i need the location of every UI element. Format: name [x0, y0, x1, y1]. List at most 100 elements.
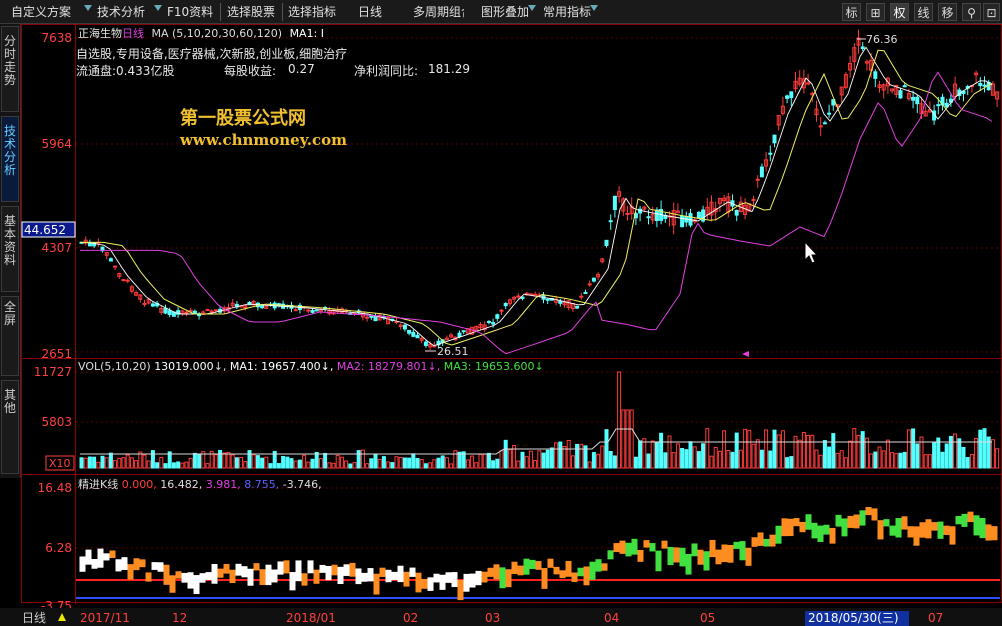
indicator-bar	[787, 518, 794, 537]
volume-bar	[764, 429, 769, 469]
volume-bar	[860, 431, 865, 469]
volume-bar	[751, 443, 756, 469]
candle	[205, 308, 210, 311]
indicator-bar	[499, 567, 506, 589]
candle	[184, 311, 189, 314]
indicator-bar	[577, 567, 584, 577]
volume-bar	[373, 453, 378, 469]
indicator-bar	[271, 569, 278, 583]
dropdown-arrow-icon[interactable]	[590, 5, 598, 11]
volume-bar	[722, 430, 727, 469]
volume-bar	[495, 458, 500, 469]
price-axis: 7638 5964 4307 2651 11727 5803 16.48 6.2…	[34, 31, 72, 613]
volume-bar	[705, 428, 710, 469]
menu-daily[interactable]: 日线	[355, 3, 385, 21]
indicator-bar	[91, 559, 98, 569]
volume-bar	[852, 428, 857, 469]
dropdown-arrow-icon[interactable]	[84, 5, 92, 11]
indicator-bar	[391, 571, 398, 581]
volume-bar	[806, 434, 811, 469]
indicator-bar	[847, 515, 854, 528]
indicator-bar	[451, 572, 458, 588]
indicator-bar	[883, 519, 890, 527]
volume-bar	[759, 449, 764, 469]
volume-bar	[247, 450, 252, 469]
rights-button[interactable]: 权	[890, 3, 909, 21]
menu-common-indicators[interactable]: 常用指标	[540, 3, 592, 21]
date-tick: 02	[403, 611, 418, 625]
volume-bar	[911, 428, 916, 469]
restore-icon[interactable]: ⊡	[983, 3, 1000, 21]
menu-custom-scheme[interactable]: 自定义方案	[8, 3, 74, 21]
menu-overlay[interactable]: 图形叠加	[478, 3, 528, 21]
volume-ma-line	[80, 428, 992, 455]
indicator-bar	[481, 571, 488, 583]
candle	[495, 314, 500, 319]
volume-bar	[793, 435, 798, 469]
indicator-value: 3.981,	[205, 478, 241, 491]
indicator-value: 8.755,	[244, 478, 280, 491]
indicator-bar	[97, 548, 104, 568]
bottom-period: 日线	[22, 611, 46, 625]
menu-select-stock[interactable]: 选择股票	[224, 3, 278, 21]
candle	[457, 332, 462, 338]
toolbar-divider	[282, 3, 283, 21]
indicator-bar	[295, 560, 302, 582]
volume-bar	[470, 455, 475, 469]
indicator-bar	[607, 550, 614, 560]
indicator-bar	[937, 521, 944, 539]
indicator-bar	[859, 510, 866, 526]
volume-bar	[251, 454, 256, 469]
volume-bar	[566, 440, 571, 469]
indicator-bar	[823, 524, 830, 535]
kline-chart[interactable]: 7638 5964 4307 2651 11727 5803 16.48 6.2…	[0, 24, 1002, 626]
menu-select-indicator[interactable]: 选择指标	[285, 3, 339, 21]
candle	[411, 331, 416, 337]
volume-bar	[923, 454, 928, 469]
volume-bar	[864, 437, 869, 469]
volume-bar	[331, 462, 336, 469]
indicator-bar	[139, 559, 146, 568]
profit-label: 净利润同比:	[354, 64, 419, 78]
indicator-bar	[397, 565, 404, 583]
indicator-bar	[343, 564, 350, 576]
volume-bar	[881, 450, 886, 469]
indicator-bar	[373, 573, 380, 595]
dropdown-arrow-icon[interactable]	[528, 5, 536, 11]
indicator-bar	[691, 543, 698, 557]
volume-bar	[953, 433, 958, 469]
indicator-bar	[913, 526, 920, 546]
indicator-bar	[319, 564, 326, 573]
high-marker: 76.36	[866, 33, 898, 46]
volume-bar	[579, 443, 584, 469]
volume-bar	[885, 439, 890, 469]
indicator-bar	[379, 567, 386, 577]
volume-bar	[285, 456, 290, 469]
indicator-bar	[991, 526, 998, 541]
zoom-icon[interactable]: ⚲	[962, 3, 981, 21]
indicator-bar	[403, 571, 410, 587]
candle	[860, 46, 865, 50]
indicator-bar	[475, 570, 482, 586]
dropdown-arrow-icon[interactable]	[154, 5, 162, 11]
date-tick: 12	[172, 611, 187, 625]
mark-button[interactable]: 标	[842, 3, 861, 21]
volume-bar	[335, 454, 340, 469]
volume-bar	[789, 456, 794, 469]
indicator-bar	[427, 577, 434, 591]
line-button[interactable]: 线	[914, 3, 933, 21]
grid-button[interactable]: ⊞	[866, 3, 885, 21]
menu-f10[interactable]: F10资料	[164, 3, 216, 21]
indicator-bar	[703, 551, 710, 571]
volume-bar	[843, 457, 848, 469]
indicator-bar	[835, 514, 842, 527]
move-button[interactable]: 移	[938, 3, 957, 21]
indicator-bar	[667, 546, 674, 566]
candle	[125, 279, 130, 282]
candle	[499, 309, 504, 312]
volume-bar	[869, 453, 874, 469]
menu-technical-analysis[interactable]: 技术分析	[94, 3, 148, 21]
indicator-bar	[433, 573, 440, 583]
menu-multi-period[interactable]: 多周期组合	[410, 3, 464, 21]
indicator-bar	[103, 553, 110, 561]
